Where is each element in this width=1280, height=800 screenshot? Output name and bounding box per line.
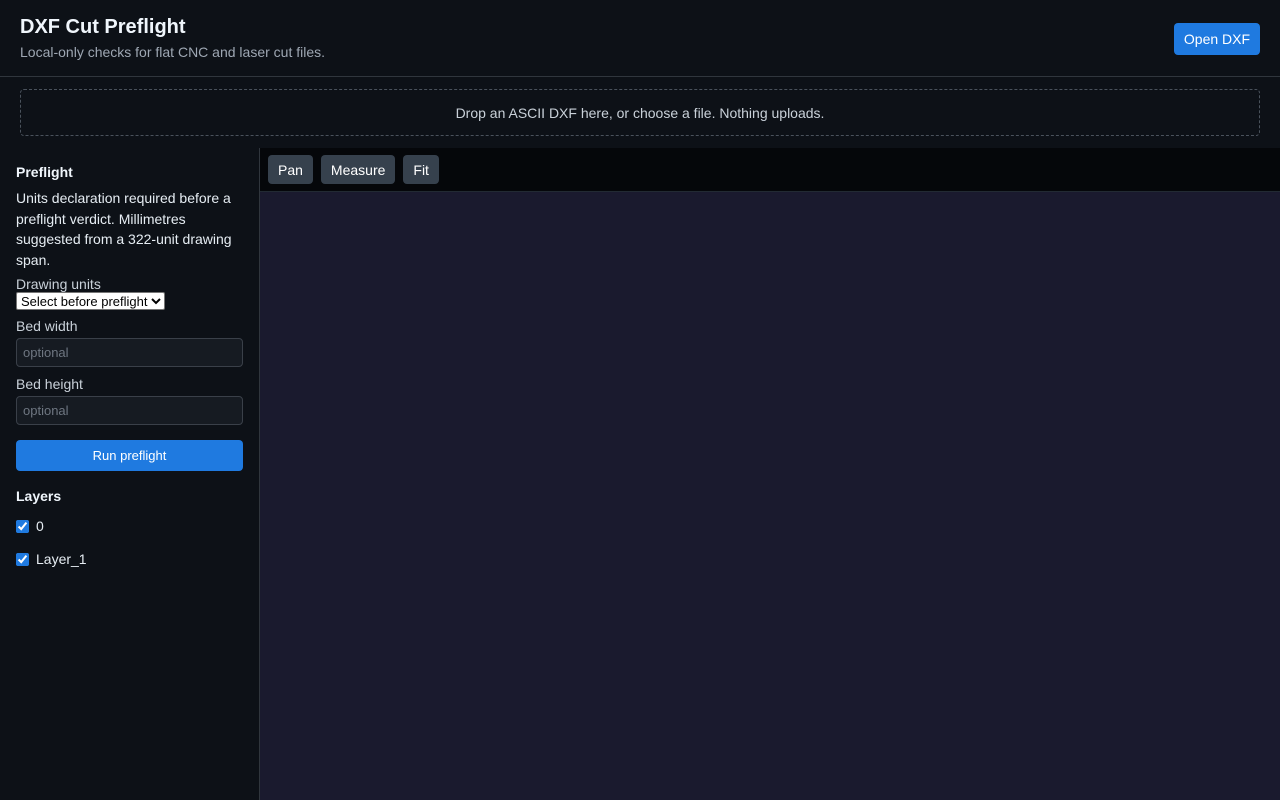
- units-notice: Units declaration required before a pref…: [16, 190, 232, 268]
- layer-checkbox-layer-1[interactable]: [16, 552, 29, 566]
- viewer-toolbar: Pan Measure Fit: [260, 148, 1280, 192]
- layer-label: 0: [36, 518, 44, 534]
- file-dropzone[interactable]: Drop an ASCII DXF here, or choose a file…: [20, 89, 1260, 136]
- drawing-canvas[interactable]: [260, 192, 1280, 800]
- app-header: DXF Cut Preflight Local-only checks for …: [0, 0, 1280, 77]
- dropzone-text: Drop an ASCII DXF here, or choose a file…: [455, 104, 825, 121]
- bed-height-label: Bed height: [16, 376, 83, 392]
- bed-height-input[interactable]: [16, 396, 243, 425]
- app-title: DXF Cut Preflight: [20, 16, 186, 38]
- layer-checkbox-0[interactable]: [16, 519, 29, 533]
- app-subtitle: Local-only checks for flat CNC and laser…: [20, 44, 326, 60]
- open-dxf-button[interactable]: Open DXF: [1174, 23, 1260, 55]
- measure-button[interactable]: Measure: [320, 155, 396, 184]
- units-select[interactable]: Select before preflight: [16, 292, 165, 310]
- sidebar: Preflight Units declaration required bef…: [0, 148, 260, 800]
- bed-width-label: Bed width: [16, 318, 78, 334]
- layer-item: Layer_1: [16, 549, 243, 569]
- bed-width-input[interactable]: [16, 338, 243, 367]
- pan-button[interactable]: Pan: [268, 155, 313, 184]
- drawing-viewer: Pan Measure Fit: [260, 148, 1280, 800]
- layers-title: Layers: [16, 488, 62, 504]
- layer-item: 0: [16, 516, 243, 536]
- fit-button[interactable]: Fit: [403, 155, 439, 184]
- layer-label: Layer_1: [36, 551, 87, 567]
- units-label: Drawing units: [16, 276, 101, 292]
- preflight-title: Preflight: [16, 164, 73, 180]
- run-preflight-button[interactable]: Run preflight: [16, 440, 243, 471]
